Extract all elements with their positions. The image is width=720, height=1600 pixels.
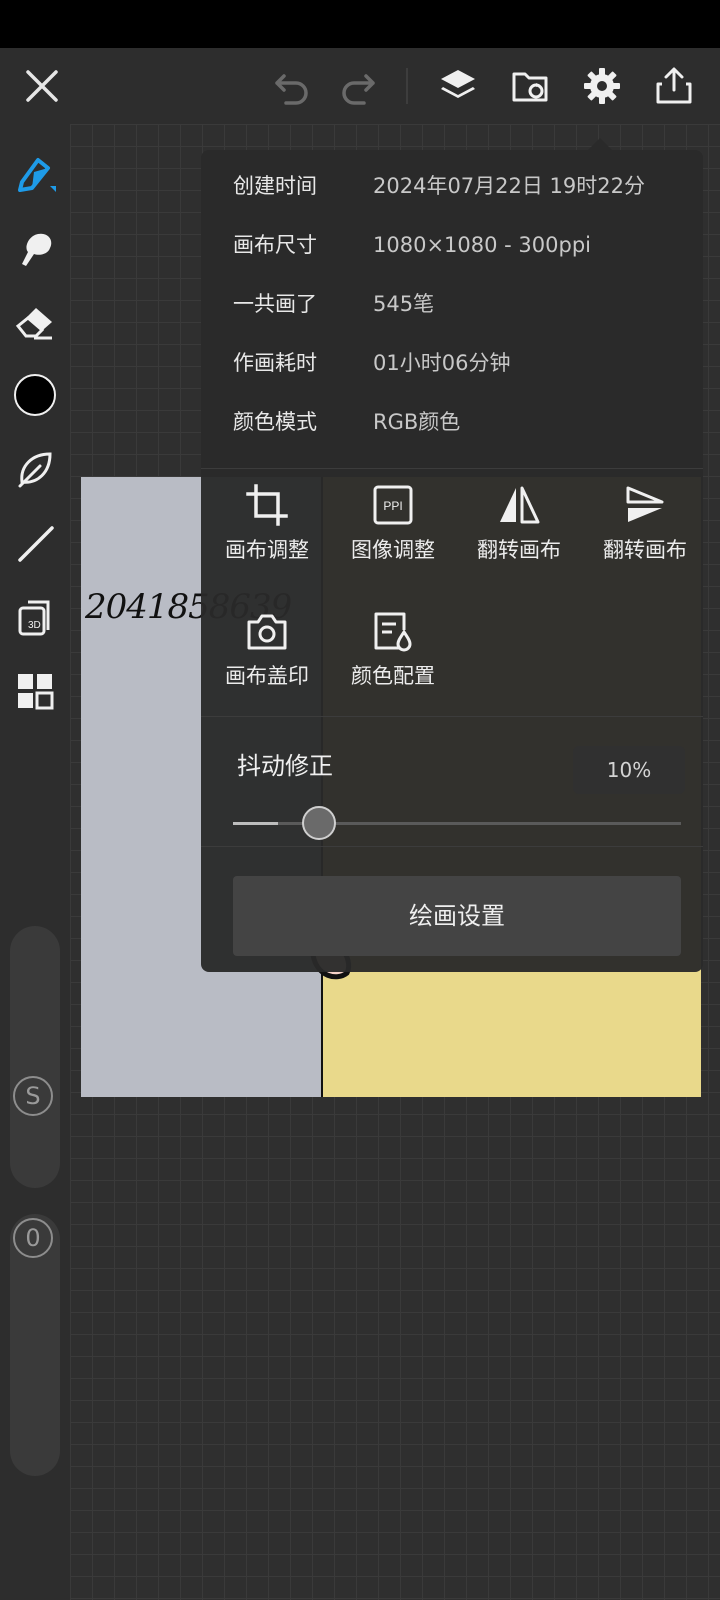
info-label: 画布尺寸	[233, 233, 317, 257]
brush-icon	[18, 158, 56, 192]
brush-opacity-indicator: 0	[13, 1218, 53, 1258]
import-icon	[512, 72, 548, 102]
image-adjust-button[interactable]: PPI 图像调整	[331, 468, 455, 578]
color-profile-icon	[374, 612, 412, 652]
info-value: 545笔	[373, 292, 435, 316]
svg-text:3D: 3D	[28, 620, 41, 631]
info-label: 颜色模式	[233, 410, 317, 434]
popup-pointer	[588, 138, 612, 150]
action-label: 翻转画布	[477, 538, 561, 562]
camera-icon	[247, 614, 287, 650]
flip-vertical-button[interactable]: 翻转画布	[583, 468, 707, 578]
brush-tool[interactable]	[10, 148, 60, 198]
info-value: 1080×1080 - 300ppi	[373, 233, 591, 257]
share-button[interactable]	[646, 58, 702, 114]
leaf-icon	[18, 452, 52, 488]
flip-horizontal-icon	[500, 486, 540, 524]
ppi-icon-text: PPI	[383, 499, 402, 513]
line-icon	[18, 526, 54, 562]
layers-icon	[441, 70, 475, 98]
3d-tool[interactable]: 3D	[10, 592, 60, 642]
jitter-slider-fill	[233, 822, 278, 825]
jitter-correction-label: 抖动修正	[237, 752, 333, 780]
action-label: 画布盖印	[225, 664, 309, 688]
toolbar-divider	[406, 68, 408, 104]
grid-icon	[18, 674, 54, 710]
flip-horizontal-button[interactable]: 翻转画布	[457, 468, 581, 578]
color-picker[interactable]	[10, 370, 60, 420]
ppi-icon: PPI	[373, 485, 413, 525]
drawing-settings-button[interactable]: 绘画设置	[233, 876, 681, 956]
undo-icon	[275, 74, 308, 105]
layers-button[interactable]	[430, 58, 486, 114]
jitter-slider-thumb[interactable]	[302, 806, 336, 840]
popup-separator	[201, 846, 703, 847]
leaf-brush-tool[interactable]	[10, 444, 60, 494]
eraser-icon	[15, 308, 52, 340]
popup-separator	[201, 716, 703, 717]
smudge-tool[interactable]	[10, 222, 60, 272]
action-label: 图像调整	[351, 538, 435, 562]
share-icon	[656, 67, 692, 104]
action-label: 颜色配置	[351, 664, 435, 688]
info-value: 2024年07月22日 19时22分	[373, 174, 646, 198]
eraser-tool[interactable]	[10, 296, 60, 346]
redo-button[interactable]	[330, 58, 386, 114]
info-label: 一共画了	[233, 292, 317, 316]
grid-tool[interactable]	[10, 666, 60, 716]
action-label: 画布调整	[225, 538, 309, 562]
canvas-settings-popup: 创建时间 2024年07月22日 19时22分 画布尺寸 1080×1080 -…	[201, 150, 703, 972]
flip-vertical-icon	[626, 486, 664, 522]
brush-size-slider[interactable]	[10, 926, 60, 1188]
action-label: 翻转画布	[603, 538, 687, 562]
color-profile-button[interactable]: 颜色配置	[331, 594, 455, 704]
canvas-stamp-button[interactable]: 画布盖印	[205, 594, 329, 704]
info-label: 作画耗时	[233, 351, 317, 375]
close-button[interactable]	[14, 58, 70, 114]
status-bar	[0, 0, 720, 48]
tool-sidebar: 3D S 0	[0, 124, 70, 1600]
info-value: 01小时06分钟	[373, 351, 511, 375]
gear-icon	[584, 68, 620, 104]
import-button[interactable]	[502, 58, 558, 114]
info-label: 创建时间	[233, 174, 317, 198]
redo-icon	[342, 74, 375, 105]
undo-button[interactable]	[264, 58, 320, 114]
crop-icon	[246, 484, 288, 526]
top-toolbar	[0, 48, 720, 124]
smudge-icon	[22, 233, 52, 266]
settings-gear-button[interactable]	[574, 58, 630, 114]
jitter-correction-slider[interactable]	[233, 806, 681, 840]
line-tool[interactable]	[10, 518, 60, 568]
brush-size-indicator: S	[13, 1076, 53, 1116]
3d-icon: 3D	[18, 600, 50, 636]
jitter-correction-value[interactable]: 10%	[573, 746, 685, 794]
color-swatch	[14, 374, 56, 416]
canvas-adjust-button[interactable]: 画布调整	[205, 468, 329, 578]
close-icon	[26, 70, 58, 102]
info-value: RGB颜色	[373, 410, 461, 434]
